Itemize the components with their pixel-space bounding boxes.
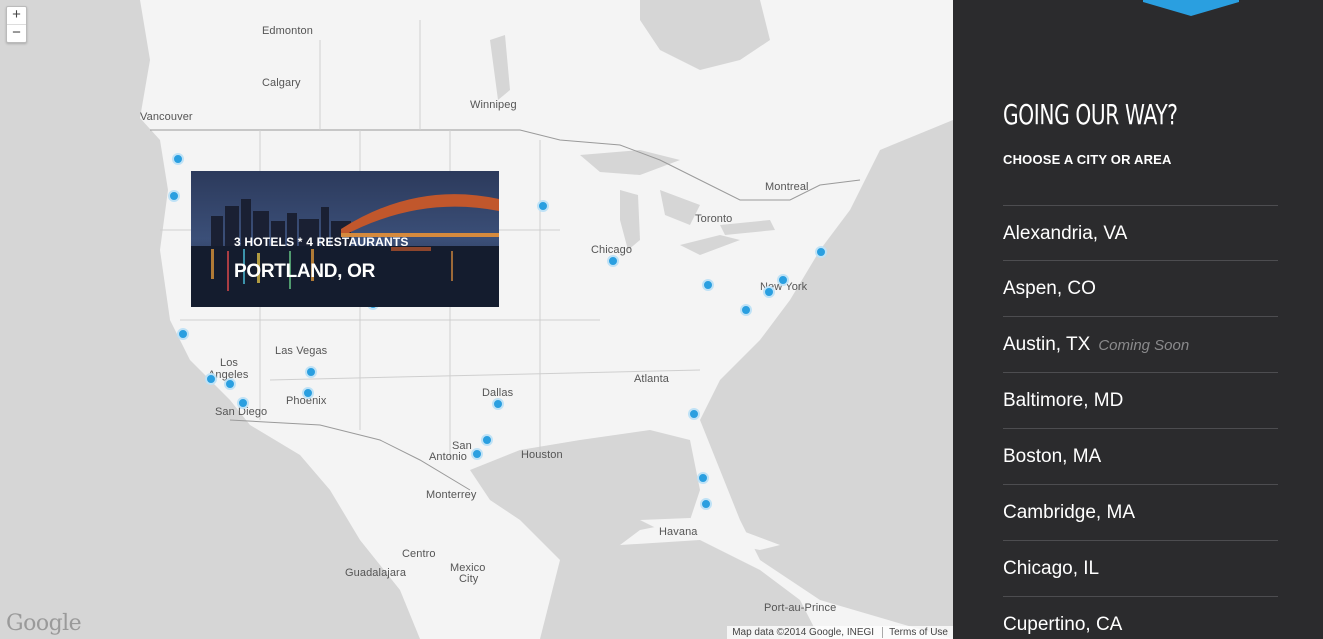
map-marker[interactable] [607,255,619,267]
map-marker[interactable] [763,286,775,298]
city-item-alexandria[interactable]: Alexandria, VA [1003,205,1278,260]
map-marker[interactable] [740,304,752,316]
zoom-in-button[interactable]: + [7,7,26,24]
city-name[interactable]: Aspen, CO [1003,278,1096,299]
terms-of-use-link[interactable]: Terms of Use [882,627,948,638]
zoom-out-button[interactable]: − [7,24,26,42]
sidebar-title: GOING OUR WAY? [1003,98,1178,131]
map-marker[interactable] [777,274,789,286]
map-label-guadalajara: Guadalajara [345,567,407,579]
map-label-houston: Houston [521,449,563,461]
city-item-boston[interactable]: Boston, MA [1003,428,1278,484]
city-item-chicago[interactable]: Chicago, IL [1003,540,1278,596]
map-marker[interactable] [471,448,483,460]
sidebar: GOING OUR WAY? CHOOSE A CITY OR AREA Ale… [953,0,1323,639]
map-label-vancouver: Vancouver [140,111,193,123]
city-list: Alexandria, VA Aspen, CO Austin, TX Comin… [1003,205,1278,639]
map-label-las-vegas: Las Vegas [275,345,328,357]
map-marker[interactable] [205,373,217,385]
map-label-toronto: Toronto [695,213,733,225]
city-name[interactable]: Baltimore, MD [1003,390,1123,411]
map-label-montreal: Montreal [765,181,809,193]
city-name[interactable]: Chicago, IL [1003,558,1099,579]
map-label-monterrey: Monterrey [426,489,477,501]
city-item-aspen[interactable]: Aspen, CO [1003,260,1278,316]
popup-city[interactable]: PORTLAND, OR [234,261,375,283]
popup-meta: 3 HOTELS * 4 RESTAURANTS [234,235,409,249]
city-name[interactable]: Cupertino, CA [1003,614,1122,635]
map-label-san-antonio-2: Antonio [429,451,468,463]
map-marker[interactable] [688,408,700,420]
map-label-centro: Centro [402,548,436,560]
city-name[interactable]: Cambridge, MA [1003,502,1135,523]
map-marker[interactable] [172,153,184,165]
city-item-austin[interactable]: Austin, TX Coming Soon [1003,316,1278,372]
map-label-winnipeg: Winnipeg [470,99,517,111]
map-label-mexico-city-2: City [459,573,479,585]
map-marker[interactable] [700,498,712,510]
zoom-control: + − [6,6,27,43]
map-marker[interactable] [168,190,180,202]
google-logo[interactable]: Google [6,611,82,636]
city-item-cupertino[interactable]: Cupertino, CA [1003,596,1278,639]
map-marker[interactable] [224,378,236,390]
city-name[interactable]: Alexandria, VA [1003,223,1127,244]
coming-soon-label: Coming Soon [1098,337,1190,354]
city-name[interactable]: Boston, MA [1003,446,1101,467]
map-marker[interactable] [815,246,827,258]
map-marker[interactable] [302,387,314,399]
map-base [0,0,953,639]
map-marker[interactable] [537,200,549,212]
map-label-edmonton: Edmonton [262,25,313,37]
map[interactable]: Edmonton Calgary Vancouver Winnipeg Mont… [0,0,953,639]
map-label-port-au-prince: Port-au-Prince [764,602,837,614]
map-label-los-angeles-1: Los [220,357,239,369]
map-marker[interactable] [492,398,504,410]
city-item-baltimore[interactable]: Baltimore, MD [1003,372,1278,428]
map-marker[interactable] [305,366,317,378]
map-label-havana: Havana [659,526,698,538]
sidebar-subtitle: CHOOSE A CITY OR AREA [1003,152,1172,167]
city-item-cambridge[interactable]: Cambridge, MA [1003,484,1278,540]
ribbon-icon [1143,0,1239,16]
map-label-atlanta: Atlanta [634,373,669,385]
map-marker[interactable] [177,328,189,340]
map-marker[interactable] [237,397,249,409]
map-marker[interactable] [702,279,714,291]
map-marker[interactable] [481,434,493,446]
map-label-calgary: Calgary [262,77,301,89]
map-attribution: Map data ©2014 Google, INEGI Terms of Use [727,626,953,639]
city-name[interactable]: Austin, TX [1003,334,1090,355]
map-data-text[interactable]: Map data ©2014 Google, INEGI [732,627,874,638]
map-marker[interactable] [697,472,709,484]
city-popup[interactable]: 3 HOTELS * 4 RESTAURANTS PORTLAND, OR [191,171,499,307]
